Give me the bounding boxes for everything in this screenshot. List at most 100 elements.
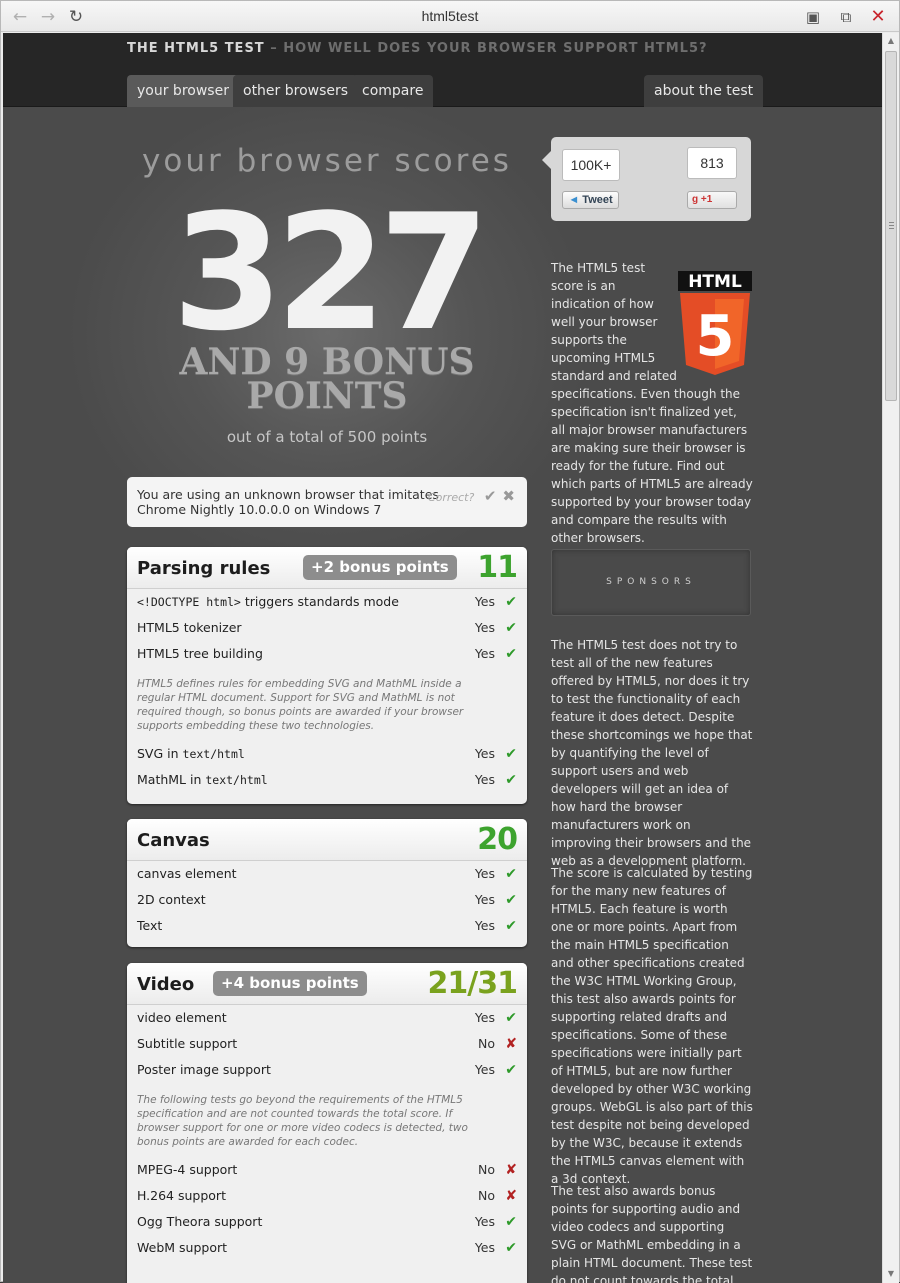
tab-other-browsers[interactable]: other browsers [233,75,359,107]
tab-compare[interactable]: compare [352,75,434,107]
list-item: SVG in text/html Yes ✔ [127,741,527,767]
section-score: 11 [477,550,518,585]
row-label: Text [137,918,163,933]
site-header: THE HTML5 TEST – HOW WELL DOES YOUR BROW… [3,33,882,107]
row-label: HTML5 tokenizer [137,620,242,635]
tweet-count: 100K+ [562,149,620,181]
check-icon: ✔ [505,1062,517,1078]
row-label: MathML in [137,772,206,787]
intro-paragraph: The HTML5 test score is an indication of… [551,261,753,545]
row-result: Yes [474,1010,495,1025]
row-result: Yes [474,620,495,635]
window-title: html5test [421,8,479,24]
list-item: Poster image support Yes ✔ [127,1057,527,1083]
row-result: Yes [474,772,495,787]
row-code: text/html [205,773,268,787]
check-icon: ✔ [505,620,517,636]
list-item: Ogg Theora support Yes ✔ [127,1209,527,1235]
section-note: The following tests go beyond the requir… [137,1094,468,1148]
check-icon: ✔ [505,866,517,882]
list-item: WebM support Yes ✔ [127,1235,527,1261]
bonus-badge: +4 bonus points [213,971,367,996]
row-label: HTML5 tree building [137,646,263,661]
browser-detection-box: You are using an unknown browser that im… [127,477,527,527]
site-title: THE HTML5 TEST – HOW WELL DOES YOUR BROW… [127,41,708,56]
score-value: 327 [172,179,490,366]
checkmark-icon[interactable]: ✔ [484,487,497,505]
row-label: 2D context [137,892,206,907]
row-label: SVG in [137,746,183,761]
row-code: <!DOCTYPE html> [137,595,241,609]
about-paragraph-1: The HTML5 test does not try to test all … [551,638,753,868]
list-item: MPEG-4 support No ✘ [127,1157,527,1183]
cross-icon: ✘ [505,1036,517,1052]
list-item: Text Yes ✔ [127,913,527,939]
restore-icon[interactable]: ⧉ [835,6,857,28]
close-icon[interactable]: ✕ [867,6,889,28]
row-label: H.264 support [137,1188,226,1203]
row-result: Yes [474,1214,495,1229]
title-bar: ← → ↻ html5test ▣ ⧉ ✕ [1,1,899,32]
cross-icon[interactable]: ✖ [502,487,515,505]
row-result: Yes [474,646,495,661]
bonus-line-2: POINTS [246,375,408,417]
check-icon: ✔ [505,1240,517,1256]
section-score: 20 [477,822,518,857]
page-viewport: THE HTML5 TEST – HOW WELL DOES YOUR BROW… [3,33,882,1283]
check-icon: ✔ [505,594,517,610]
scroll-thumb[interactable] [885,51,897,401]
check-icon: ✔ [505,646,517,662]
check-icon: ✔ [505,746,517,762]
row-result: No [478,1036,495,1051]
vertical-scrollbar[interactable]: ▲ ▼ [882,33,899,1283]
row-label: Subtitle support [137,1036,238,1051]
about-paragraph-2: The score is calculated by testing for t… [551,866,753,1186]
section-title: Video [137,974,195,995]
check-icon: ✔ [505,918,517,934]
section-video: Video +4 bonus points 21/31 video elemen… [127,963,527,1283]
bonus-points-label: AND 9 BONUS POINTS [127,344,527,417]
correct-label: Correct? [427,491,475,504]
list-item: H.264 support No ✘ [127,1183,527,1209]
row-result: Yes [474,892,495,907]
tweet-button[interactable]: ◄ Tweet [562,191,619,209]
section-header: Video +4 bonus points 21/31 [127,963,527,1005]
section-header: Canvas 20 [127,819,527,861]
row-label: MPEG-4 support [137,1162,238,1177]
list-item: HTML5 tree building Yes ✔ [127,641,527,667]
section-note: HTML5 defines rules for embedding SVG an… [137,678,464,732]
fullscreen-icon[interactable]: ▣ [802,6,824,28]
browser-window: ← → ↻ html5test ▣ ⧉ ✕ THE HTML5 TEST – H… [0,0,900,1283]
row-result: Yes [474,746,495,761]
tweet-label: Tweet [582,194,613,206]
social-share-box: 100K+ ◄ Tweet 813 g +1 [542,137,751,221]
check-icon: ✔ [505,772,517,788]
grip-line [889,222,894,223]
row-label: Poster image support [137,1062,271,1077]
grip-line [889,225,894,226]
list-item: HTML5 tokenizer Yes ✔ [127,615,527,641]
row-code: text/html [182,747,245,761]
tab-your-browser[interactable]: your browser [127,75,239,107]
list-item: <!DOCTYPE html> triggers standards mode Y… [127,589,527,615]
site-title-text: THE HTML5 TEST [127,41,265,56]
cross-icon: ✘ [505,1162,517,1178]
google-plus-icon: g [692,194,699,205]
plus-one-button[interactable]: g +1 [687,191,737,209]
scroll-down-icon[interactable]: ▼ [886,1269,896,1279]
scroll-up-icon[interactable]: ▲ [886,36,896,46]
row-result: Yes [474,594,495,609]
row-result: Yes [474,1240,495,1255]
section-title: Parsing rules [137,558,271,579]
grip-line [889,228,894,229]
intro-text: The HTML5 test score is an indication of… [551,259,753,547]
section-parsing-rules: Parsing rules +2 bonus points 11 <!DOCTY… [127,547,527,804]
row-result: Yes [474,866,495,881]
correct-prompt: Correct? ✔ ✖ [428,489,515,505]
tab-about-the-test[interactable]: about the test [644,75,764,107]
bonus-badge: +2 bonus points [303,555,457,580]
about-paragraph-3: The test also awards bonus points for su… [551,1184,753,1283]
row-label: triggers standards mode [240,594,399,609]
list-item: 2D context Yes ✔ [127,887,527,913]
section-canvas: Canvas 20 canvas element Yes ✔ 2D context Y… [127,819,527,947]
